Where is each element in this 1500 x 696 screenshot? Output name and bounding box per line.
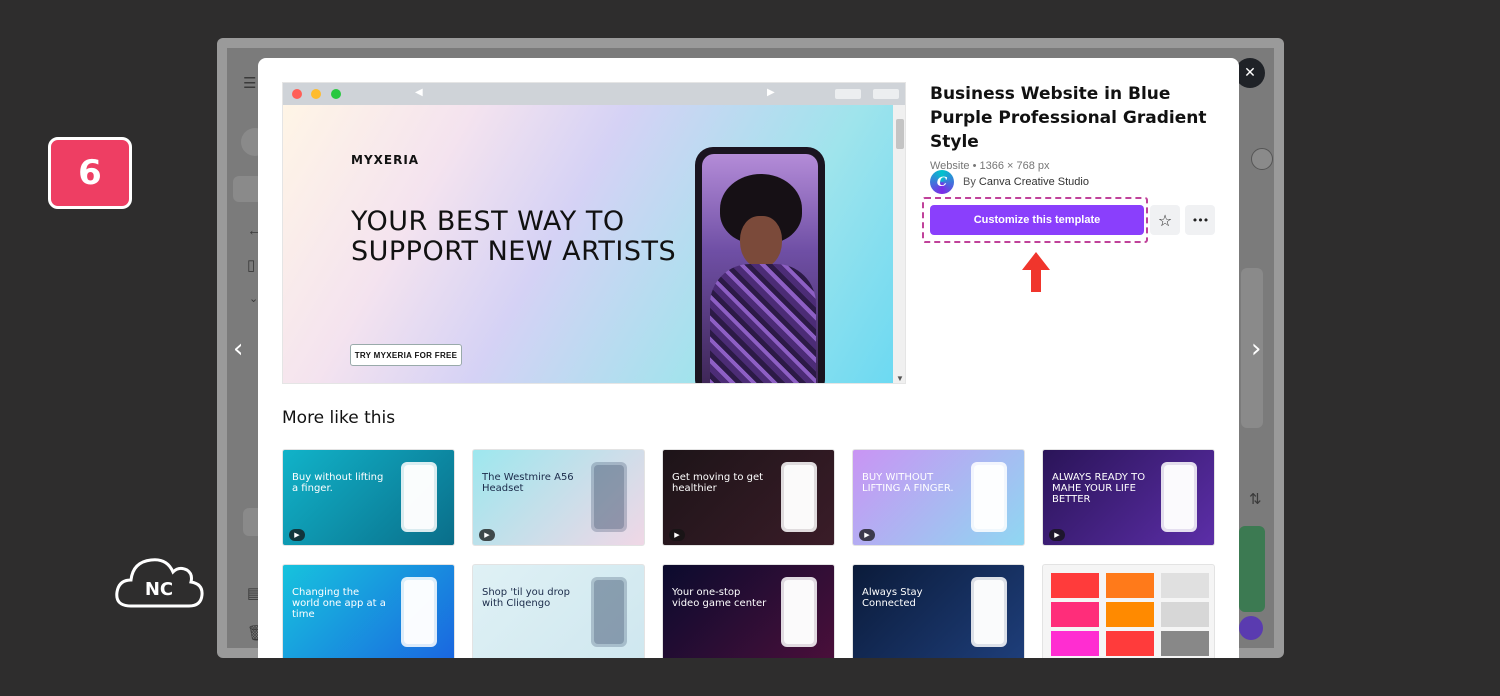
template-tile[interactable]: Your one-stop video game center xyxy=(662,564,835,658)
template-modal: ◀ ▶ MYXERIA YOUR BEST WAY TO SUPPORT NEW… xyxy=(258,58,1239,658)
tile-device-mockup xyxy=(1161,462,1197,532)
template-tile[interactable] xyxy=(1042,564,1215,658)
tile-text: Get moving to get healthier xyxy=(672,472,764,494)
tile-text: Your one-stop video game center xyxy=(672,587,767,609)
tile-color-block xyxy=(1161,602,1209,627)
person-face xyxy=(740,216,782,268)
tile-device-mockup xyxy=(781,577,817,647)
creator[interactable]: C By Canva Creative Studio xyxy=(930,170,1089,194)
customize-template-button[interactable]: Customize this template xyxy=(930,205,1144,235)
prev-template-button[interactable]: ‹ xyxy=(233,334,243,364)
tile-color-block xyxy=(1161,573,1209,598)
help-button xyxy=(1239,616,1263,640)
preview-scrollbar[interactable]: ▼ xyxy=(893,105,905,383)
template-grid: Buy without lifting a finger. ▶ The Westmi… xyxy=(282,449,1215,658)
tile-text: The Westmire A56 Headset xyxy=(482,472,574,494)
person-body xyxy=(710,264,816,383)
window-dot-red xyxy=(292,89,302,99)
tile-color-block xyxy=(1106,573,1154,598)
backdrop-thumbnail xyxy=(1239,526,1265,612)
creator-prefix: By xyxy=(963,176,976,188)
play-icon: ▶ xyxy=(289,529,305,541)
tile-color-block xyxy=(1051,631,1099,656)
preview-headline: YOUR BEST WAY TO SUPPORT NEW ARTISTS xyxy=(351,206,677,267)
phone-mockup xyxy=(695,147,825,383)
play-icon: ▶ xyxy=(479,529,495,541)
window-dot-green xyxy=(331,89,341,99)
template-tile[interactable]: Changing the world one app at a time xyxy=(282,564,455,658)
bar-placeholder xyxy=(835,89,861,99)
tile-device-mockup xyxy=(971,462,1007,532)
play-icon: ▶ xyxy=(669,529,685,541)
tile-color-block xyxy=(1051,573,1099,598)
tile-color-block xyxy=(1051,602,1099,627)
template-tile[interactable]: Buy without lifting a finger. ▶ xyxy=(282,449,455,546)
preview-cta: TRY MYXERIA FOR FREE xyxy=(350,344,462,366)
window-dot-yellow xyxy=(311,89,321,99)
tile-color-block xyxy=(1106,631,1154,656)
more-like-this-heading: More like this xyxy=(282,408,396,428)
template-tile[interactable]: The Westmire A56 Headset ▶ xyxy=(472,449,645,546)
backdrop-next-button xyxy=(1251,148,1273,170)
step-badge: 6 xyxy=(48,137,132,209)
tile-color-block xyxy=(1161,631,1209,656)
nc-cloud-logo: NC xyxy=(115,558,204,608)
tile-text: Changing the world one app at a time xyxy=(292,587,386,620)
close-button[interactable]: ✕ xyxy=(1235,58,1265,88)
app-window: ☰ ← ▯ ⌄ ▤ 🗑 ⇅ ‹ › ✕ ◀ ▶ MYXERIA YOUR BES… xyxy=(217,38,1284,658)
nc-logo-text: NC xyxy=(145,579,173,600)
scroll-down-icon[interactable]: ▼ xyxy=(896,374,904,383)
sort-icon: ⇅ xyxy=(1249,491,1262,508)
tile-device-mockup xyxy=(591,462,627,532)
tile-device-mockup xyxy=(401,462,437,532)
tile-device-mockup xyxy=(591,577,627,647)
creator-name[interactable]: Canva Creative Studio xyxy=(979,176,1089,188)
phone-screen xyxy=(702,154,818,383)
tile-text: ALWAYS READY TO MAHE YOUR LIFE BETTER xyxy=(1052,472,1146,505)
scroll-thumb[interactable] xyxy=(896,119,904,149)
tile-text: BUY WITHOUT LIFTING A FINGER. xyxy=(862,472,954,494)
tile-device-mockup xyxy=(781,462,817,532)
right-arrow-icon: ▶ xyxy=(767,87,775,98)
bar-placeholder xyxy=(873,89,899,99)
next-template-button[interactable]: › xyxy=(1251,334,1261,364)
preview-brand: MYXERIA xyxy=(351,153,420,167)
template-tile[interactable]: Get moving to get healthier ▶ xyxy=(662,449,835,546)
tile-text: Always Stay Connected xyxy=(862,587,923,609)
menu-icon: ☰ xyxy=(243,75,257,92)
panel-icon: ▯ xyxy=(247,257,256,274)
tile-device-mockup xyxy=(401,577,437,647)
template-tile[interactable]: Always Stay Connected xyxy=(852,564,1025,658)
template-title: Business Website in Blue Purple Professi… xyxy=(930,84,1207,152)
tile-text: Buy without lifting a finger. xyxy=(292,472,384,494)
canva-logo-icon: C xyxy=(930,170,954,194)
tile-device-mockup xyxy=(971,577,1007,647)
tile-text: Shop 'til you drop with Cliqengo xyxy=(482,587,570,609)
template-tile[interactable]: Shop 'til you drop with Cliqengo xyxy=(472,564,645,658)
creator-text: By Canva Creative Studio xyxy=(963,176,1089,188)
play-icon: ▶ xyxy=(859,529,875,541)
more-options-icon[interactable]: ••• xyxy=(1185,205,1215,235)
template-info: Business Website in Blue Purple Professi… xyxy=(922,82,1220,292)
chevron-down-icon: ⌄ xyxy=(249,293,259,305)
template-tile[interactable]: ALWAYS READY TO MAHE YOUR LIFE BETTER ▶ xyxy=(1042,449,1215,546)
star-icon[interactable]: ☆ xyxy=(1150,205,1180,235)
preview-hero: MYXERIA YOUR BEST WAY TO SUPPORT NEW ART… xyxy=(283,105,893,383)
play-icon: ▶ xyxy=(1049,529,1065,541)
red-up-arrow-icon xyxy=(1022,252,1050,292)
template-tile[interactable]: BUY WITHOUT LIFTING A FINGER. ▶ xyxy=(852,449,1025,546)
browser-bar: ◀ ▶ xyxy=(283,83,905,105)
tile-color-block xyxy=(1106,602,1154,627)
template-preview: ◀ ▶ MYXERIA YOUR BEST WAY TO SUPPORT NEW… xyxy=(282,82,906,384)
left-arrow-icon: ◀ xyxy=(415,87,423,98)
